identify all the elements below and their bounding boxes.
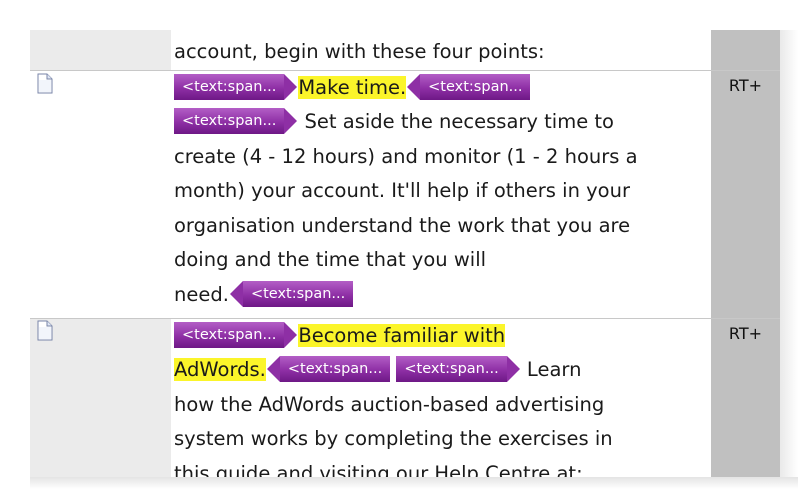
segment-row[interactable]: account, begin with these four points: — [30, 30, 780, 70]
segment-row[interactable]: <text:span... Become familiar with AdWord… — [30, 319, 780, 477]
segment-text-line: <text:span... Make time. <text:span... — [174, 71, 531, 106]
document-icon[interactable] — [37, 320, 53, 341]
segment-body-text: need. — [174, 283, 229, 306]
segment-status-cell — [711, 30, 780, 70]
editor-frame: account, begin with these four points: <… — [0, 0, 798, 489]
text-span-close-tag[interactable]: <text:span... — [266, 355, 391, 382]
text-span-open-tag[interactable]: <text:span... — [396, 355, 521, 382]
segment-text-line: system works by completing the exercises… — [174, 427, 613, 450]
segment-text-line: account, begin with these four points: — [174, 40, 545, 63]
highlighted-heading: Make time. — [298, 76, 407, 99]
text-span-close-tag[interactable]: <text:span... — [407, 73, 531, 100]
segment-text-line: <text:span... Set aside the necessary ti… — [174, 105, 614, 140]
segment-text-cell[interactable]: account, begin with these four points: — [171, 30, 711, 70]
segment-icon-cell — [30, 319, 171, 477]
segment-status-cell: RT+ — [711, 71, 780, 318]
text-span-open-tag[interactable]: <text:span... — [174, 321, 298, 348]
segment-text-line: this guide and visiting our Help Centre … — [174, 462, 583, 477]
segment-text-line: create (4 - 12 hours) and monitor (1 - 2… — [174, 145, 638, 168]
segment-text-cell[interactable]: <text:span... Make time. <text:span... <te… — [171, 71, 711, 318]
segment-text-line: doing and the time that you will — [174, 248, 487, 271]
segment-text-line: need. <text:span... — [174, 278, 354, 313]
segment-body-text: Learn — [526, 358, 582, 381]
text-span-close-tag[interactable]: <text:span... — [229, 280, 354, 307]
window-shadow-bottom — [30, 477, 798, 489]
segment-text-line: month) your account. It'll help if other… — [174, 179, 630, 202]
segment-text-cell[interactable]: <text:span... Become familiar with AdWord… — [171, 319, 711, 477]
segment-text-line: AdWords. <text:span... <text:span... Lear… — [174, 353, 581, 388]
segment-row[interactable]: <text:span... Make time. <text:span... <te… — [30, 71, 780, 318]
document-icon[interactable] — [37, 73, 53, 94]
segment-text-line: organisation understand the work that yo… — [174, 214, 631, 237]
status-badge: RT+ — [728, 76, 763, 95]
text-span-open-tag[interactable]: <text:span... — [174, 73, 298, 100]
segment-icon-cell — [30, 30, 171, 70]
text-span-open-tag[interactable]: <text:span... — [174, 107, 298, 134]
window-shadow-right — [780, 30, 798, 489]
segment-body-text: Set aside the necessary time to — [304, 110, 614, 133]
status-badge: RT+ — [728, 324, 763, 343]
segment-icon-cell — [30, 71, 171, 318]
highlighted-heading: Become familiar with — [298, 324, 506, 347]
highlighted-heading: AdWords. — [174, 358, 266, 381]
segment-status-cell: RT+ — [711, 319, 780, 477]
segment-text-line: <text:span... Become familiar with — [174, 319, 506, 354]
segment-grid: account, begin with these four points: <… — [30, 30, 780, 477]
segment-text-line: how the AdWords auction-based advertisin… — [174, 393, 605, 416]
